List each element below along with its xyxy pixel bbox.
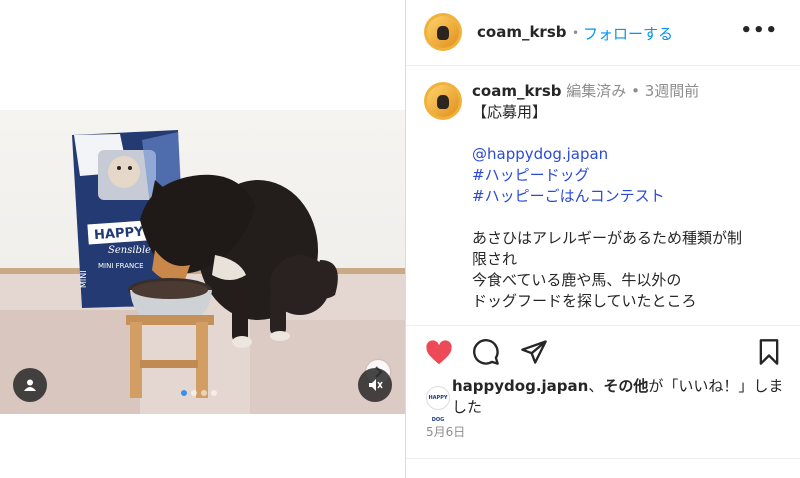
hashtag-link[interactable]: #ハッピードッグ [472,165,792,186]
user-icon [24,379,36,391]
caption-body: あさひはアレルギーがあるため種類が制 限され 今食べている鹿や馬、牛以外の ドッ… [472,229,743,310]
separator-dot: • [572,26,580,40]
likes-summary: HAPPY DOG happydog.japan、その他が「いいね！」しました [426,376,786,423]
liked-by-others-link[interactable]: その他 [603,377,648,395]
time-ago[interactable]: 3週間前 [645,82,700,100]
comment-button[interactable] [472,338,502,368]
hashtag-link[interactable]: #ハッピーごはんコンテスト [472,186,792,207]
avatar[interactable] [424,13,462,51]
comment-divider [406,458,800,459]
heart-filled-icon [426,340,452,365]
caption-username[interactable]: coam_krsb [472,82,562,100]
paper-plane-icon [521,340,547,364]
follow-button[interactable]: フォローする [583,23,673,44]
post-date[interactable]: 5月6日 [426,423,465,440]
speaker-muted-icon [369,379,383,391]
likes-text: happydog.japan、その他が「いいね！」しました [452,376,786,418]
post-header: coam_krsb • フォローする ••• [406,0,800,66]
header-username[interactable]: coam_krsb [477,23,567,41]
media-pane: HAPPY DOG Sensible MINI FRANCE MINI [0,0,405,478]
svg-text:MINI FRANCE: MINI FRANCE [98,262,144,270]
carousel-dot [201,390,207,396]
svg-text:Sensible: Sensible [108,245,151,256]
edited-label: 編集済み [566,82,627,100]
caption-avatar[interactable] [424,82,462,120]
like-button[interactable] [424,338,454,368]
mute-button[interactable] [358,368,392,402]
post-photo[interactable]: HAPPY DOG Sensible MINI FRANCE MINI [0,110,405,414]
liker-username[interactable]: happydog.japan [452,377,588,395]
separator-dot: • [631,82,640,100]
share-button[interactable] [520,338,550,368]
bookmark-icon [759,339,779,365]
svg-text:MINI: MINI [79,270,88,288]
more-options-icon[interactable]: ••• [740,20,778,41]
dog-photo-illustration: HAPPY DOG Sensible MINI FRANCE MINI [0,130,405,414]
carousel-dot [211,390,217,396]
liker-avatar[interactable]: HAPPY DOG [426,386,450,423]
likes-separator: 、 [588,377,604,395]
caption-head: 【応募用】 [472,103,548,121]
save-button[interactable] [756,338,786,368]
comment-icon [473,339,499,365]
carousel-dot [191,390,197,396]
caption-meta: coam_krsb 編集済み • 3週間前 [472,81,792,102]
carousel-indicator [181,390,217,396]
carousel-dot [181,390,187,396]
caption: coam_krsb 編集済み • 3週間前 【応募用】 @happydog.ja… [472,81,792,312]
post-details-pane: coam_krsb • フォローする ••• coam_krsb 編集済み • … [406,0,800,478]
mention-link[interactable]: @happydog.japan [472,144,792,165]
tagged-users-button[interactable] [13,368,47,402]
